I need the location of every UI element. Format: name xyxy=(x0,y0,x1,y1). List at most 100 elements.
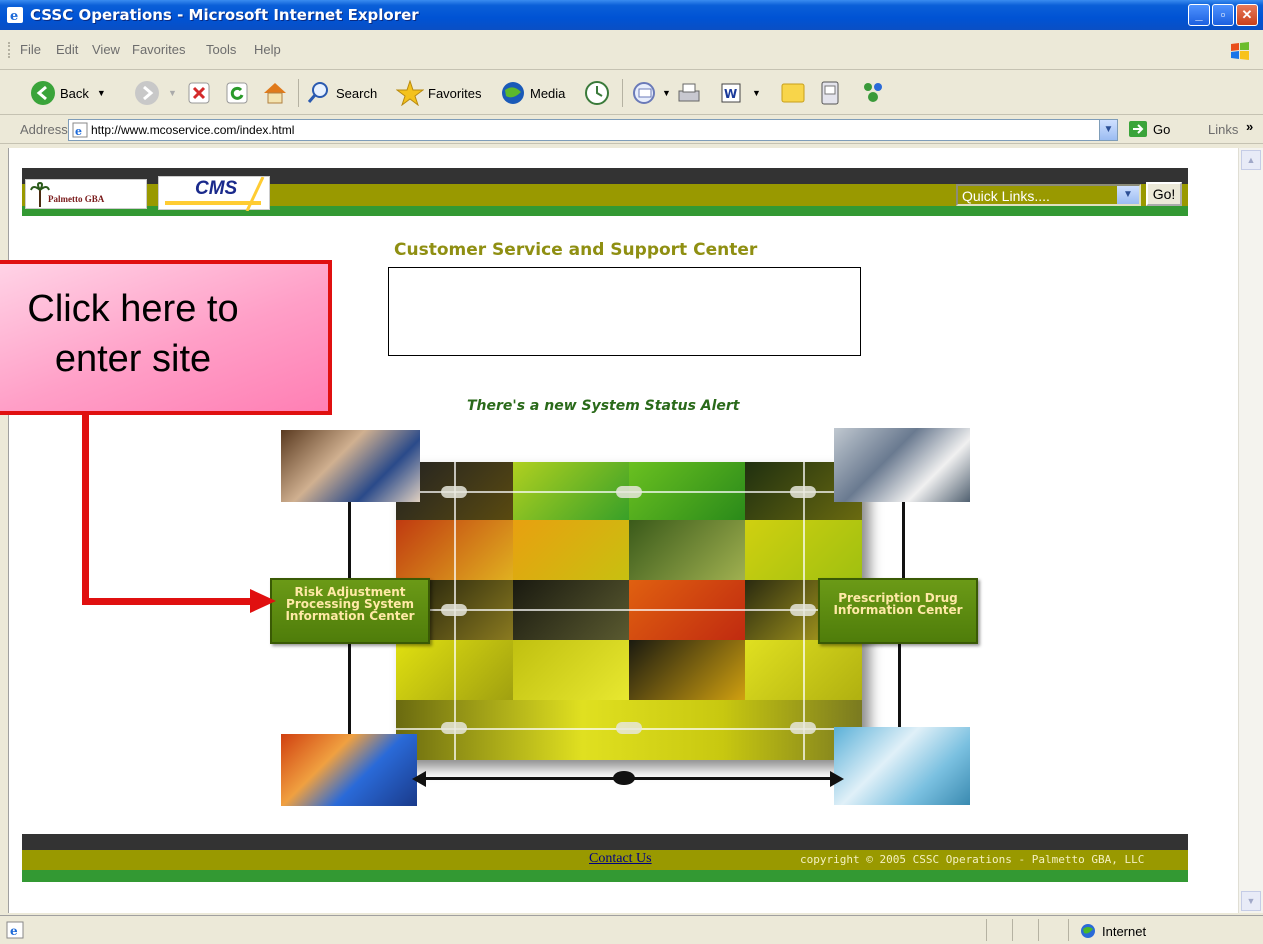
messenger-button[interactable] xyxy=(860,79,886,107)
menu-favorites[interactable]: Favorites xyxy=(132,42,185,57)
cms-logo[interactable]: CMS xyxy=(158,176,270,211)
folder-icon xyxy=(781,83,805,103)
search-icon xyxy=(307,82,328,103)
title-bar[interactable]: e CSSC Operations - Microsoft Internet E… xyxy=(0,0,1263,30)
home-icon xyxy=(264,83,286,104)
address-label: Address xyxy=(20,122,68,137)
media-label: Media xyxy=(530,85,566,101)
menu-view[interactable]: View xyxy=(92,42,120,57)
palmetto-logo-text: Palmetto GBA xyxy=(48,194,105,204)
rapsic-button[interactable]: Risk Adjustment Processing System Inform… xyxy=(270,578,430,644)
quick-links-value: Quick Links.... xyxy=(962,188,1050,204)
quick-links-select[interactable]: Quick Links.... ▼ xyxy=(956,184,1141,206)
callout-box: Click here to enter site xyxy=(0,260,332,415)
home-button[interactable] xyxy=(262,79,288,107)
prescription-drug-button[interactable]: Prescription Drug Information Center xyxy=(818,578,978,644)
connector-line xyxy=(348,644,351,734)
callout-arrow-line xyxy=(82,415,89,604)
discuss-button[interactable] xyxy=(780,79,806,107)
pharmacy-photo xyxy=(281,430,420,502)
page-icon: e xyxy=(72,122,88,138)
doctor-patient-photo xyxy=(834,428,970,502)
links-label[interactable]: Links xyxy=(1208,122,1238,137)
mail-dropdown-icon: ▼ xyxy=(662,88,671,98)
back-arrow-icon xyxy=(31,81,55,105)
contact-us-link[interactable]: Contact Us xyxy=(589,851,652,867)
status-divider xyxy=(986,919,987,941)
cms-logo-text: CMS xyxy=(195,178,238,199)
address-bar: Address e http://www.mcoservice.com/inde… xyxy=(0,116,1263,144)
toolbar-separator xyxy=(298,79,299,107)
svg-text:e: e xyxy=(10,9,18,24)
research-icon xyxy=(821,81,839,105)
toolbar-separator xyxy=(622,79,623,107)
close-button[interactable]: ✕ xyxy=(1236,4,1258,26)
favorites-button[interactable]: Favorites xyxy=(396,79,481,107)
address-dropdown-icon[interactable]: ▼ xyxy=(1099,120,1117,140)
status-bar: e Internet xyxy=(0,915,1263,944)
search-button[interactable]: Search xyxy=(306,79,377,107)
connector-line xyxy=(348,502,351,578)
callout-text: Click here to enter site xyxy=(27,288,239,380)
favorites-star-icon xyxy=(396,80,424,106)
status-alert-link[interactable]: There's a new System Status Alert xyxy=(467,398,740,414)
refresh-button[interactable] xyxy=(226,79,248,107)
internet-globe-icon xyxy=(1081,924,1095,938)
site-go-button[interactable]: Go! xyxy=(1146,182,1182,206)
vertical-scrollbar[interactable]: ▲ ▼ xyxy=(1238,148,1263,913)
footer-green-band xyxy=(22,870,1188,882)
back-button[interactable]: Back ▼ xyxy=(30,79,106,107)
connector-line xyxy=(898,644,901,727)
callout-arrow-line xyxy=(82,598,252,605)
mail-icon xyxy=(633,82,655,104)
research-button[interactable] xyxy=(820,79,840,107)
favorites-label: Favorites xyxy=(428,85,482,101)
edit-button[interactable]: W ▼ xyxy=(720,79,761,107)
menu-tools[interactable]: Tools xyxy=(206,42,236,57)
forward-arrow-icon xyxy=(135,81,159,105)
go-label: Go xyxy=(1153,121,1171,137)
history-button[interactable] xyxy=(584,79,610,107)
chevron-down-icon[interactable]: ▼ xyxy=(1117,186,1139,204)
windows-logo-icon xyxy=(1231,42,1249,60)
scroll-down-icon[interactable]: ▼ xyxy=(1241,891,1261,911)
go-button[interactable]: Go xyxy=(1128,120,1170,138)
word-edit-icon: W xyxy=(721,83,741,103)
minimize-button[interactable]: _ xyxy=(1188,4,1210,26)
menu-grip xyxy=(8,42,10,58)
palmetto-gba-logo[interactable]: Palmetto GBA xyxy=(25,179,147,209)
print-icon xyxy=(678,83,700,102)
media-button[interactable]: Media xyxy=(500,79,565,107)
forward-button[interactable]: ▼ xyxy=(134,79,177,107)
copyright-text: copyright © 2005 CSSC Operations - Palme… xyxy=(800,853,1145,866)
menu-edit[interactable]: Edit xyxy=(56,42,78,57)
menu-help[interactable]: Help xyxy=(254,42,281,57)
status-divider xyxy=(1012,919,1013,941)
scroll-up-icon[interactable]: ▲ xyxy=(1241,150,1261,170)
maximize-button[interactable]: ▫ xyxy=(1212,4,1234,26)
search-label: Search xyxy=(336,85,378,101)
hub-node-icon xyxy=(613,771,635,785)
prescription-photo xyxy=(834,727,970,805)
history-icon xyxy=(585,81,609,105)
back-label: Back xyxy=(60,85,89,101)
zone-label: Internet xyxy=(1102,923,1147,939)
central-hub-image xyxy=(396,462,862,760)
svg-text:e: e xyxy=(75,125,82,138)
address-input[interactable]: e http://www.mcoservice.com/index.html ▼ xyxy=(68,119,1118,141)
toolbar: Back ▼ ▼ Search Favorites Media ▼ W ▼ xyxy=(0,71,1263,115)
stop-icon xyxy=(188,82,210,104)
go-arrow-icon xyxy=(1129,121,1147,137)
cms-swoosh-icon xyxy=(245,177,265,211)
print-button[interactable] xyxy=(676,79,702,107)
links-chevron-icon[interactable]: » xyxy=(1246,119,1253,134)
connector-line xyxy=(902,502,905,578)
stop-button[interactable] xyxy=(188,79,210,107)
mail-button[interactable]: ▼ xyxy=(632,79,671,107)
callout-arrow-head-icon xyxy=(250,589,276,613)
arrow-right-icon xyxy=(830,771,844,787)
svg-text:e: e xyxy=(10,924,18,938)
window-title: CSSC Operations - Microsoft Internet Exp… xyxy=(30,6,419,24)
menu-file[interactable]: File xyxy=(20,42,41,57)
forward-dropdown-icon: ▼ xyxy=(168,88,177,98)
